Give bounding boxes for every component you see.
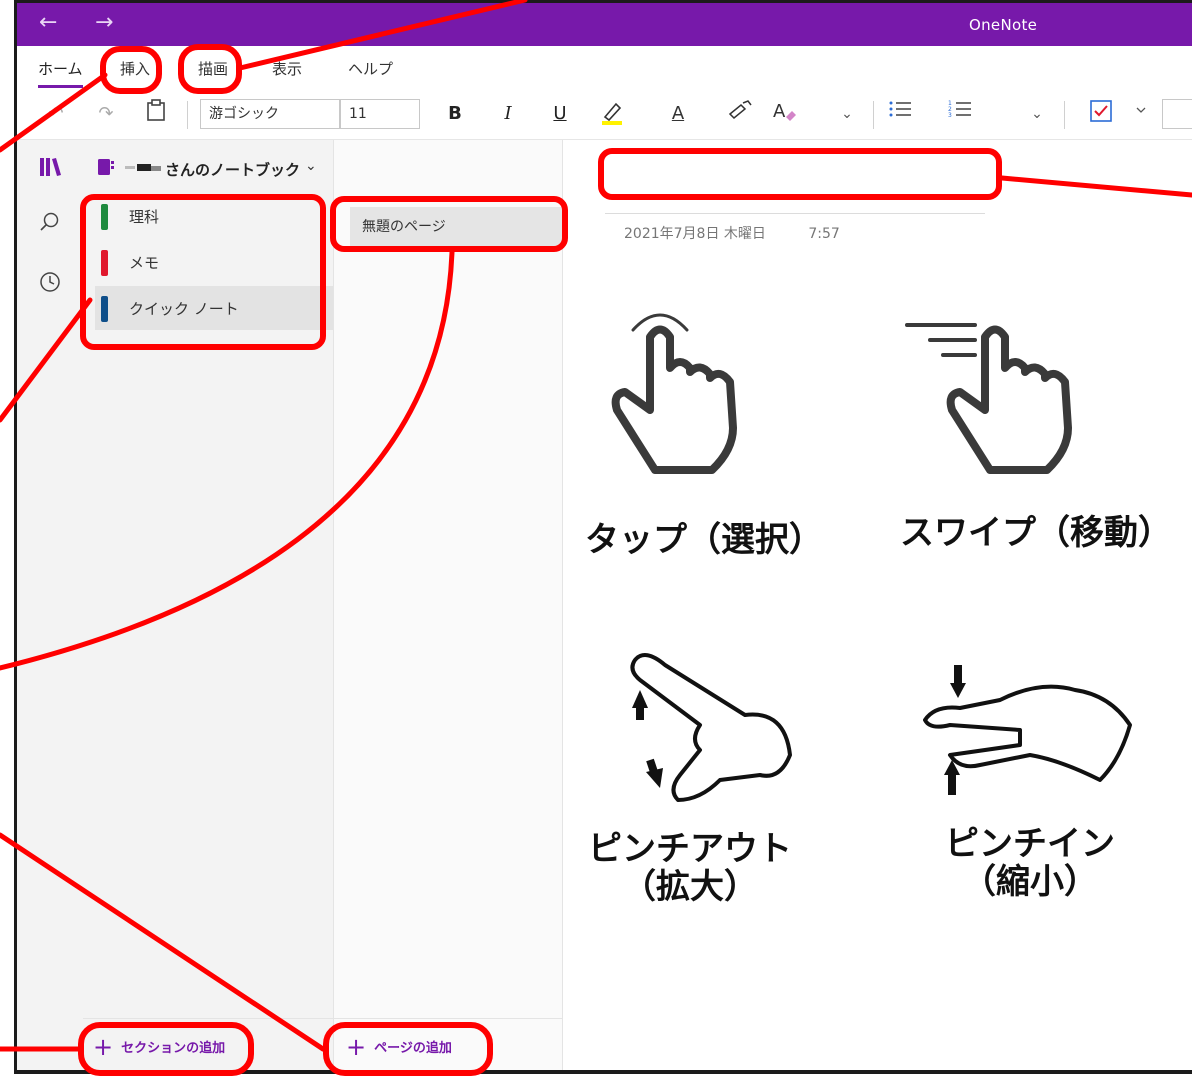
annotation-add-page (323, 1022, 493, 1076)
font-color-button[interactable]: A (663, 99, 693, 129)
svg-text:3: 3 (948, 112, 952, 119)
tab-view[interactable]: 表示 (272, 58, 302, 79)
page-time-text: 7:57 (808, 226, 840, 242)
tab-home[interactable]: ホーム (38, 58, 83, 88)
toolbar-separator (873, 101, 874, 129)
back-arrow-icon[interactable]: ← (39, 9, 57, 37)
redacted-owner-name (125, 160, 165, 179)
app-title: OneNote (969, 16, 1038, 34)
notebook-icon (97, 158, 115, 180)
navigation-rail (17, 140, 83, 1070)
pinch-in-label-line1: ピンチイン (945, 824, 1115, 864)
pinch-out-label-line1: ピンチアウト (588, 829, 792, 869)
toolbar-separator (1064, 101, 1065, 129)
italic-button[interactable]: I (495, 99, 521, 129)
recent-clock-icon[interactable] (17, 271, 83, 297)
notebook-name: さんのノートブック (165, 161, 301, 179)
underline-button[interactable]: U (547, 99, 573, 129)
pinch-out-label-line2: （拡大） (622, 867, 758, 907)
annotation-sections (80, 194, 326, 350)
todo-tag-button[interactable] (1077, 99, 1167, 129)
page-date: 2021年7月8日 木曜日 7:57 (624, 223, 840, 243)
toolbar-separator (187, 101, 188, 129)
swipe-label: スワイプ（移動） (900, 513, 1172, 553)
annotation-page-item (330, 196, 568, 252)
forward-arrow-icon[interactable]: → (95, 9, 113, 37)
clipboard-icon[interactable] (141, 99, 171, 129)
annotation-insert-tab (100, 46, 162, 94)
redo-icon[interactable]: ↷ (91, 99, 121, 129)
page-canvas[interactable]: 2021年7月8日 木曜日 7:57 (563, 140, 1192, 1070)
list-options-chevron-icon[interactable]: ⌄ (1025, 99, 1049, 129)
clear-formatting-icon[interactable]: A (770, 99, 800, 129)
annotation-add-section (78, 1022, 254, 1076)
font-name-field[interactable]: 游ゴシック (200, 99, 340, 129)
format-painter-icon[interactable] (725, 99, 755, 129)
pinch-in-label: ピンチイン （縮小） (915, 825, 1145, 901)
pinch-in-label-line2: （縮小） (962, 862, 1098, 902)
font-color-letter: A (671, 103, 685, 124)
style-box[interactable] (1162, 99, 1192, 129)
svg-text:A: A (773, 101, 786, 122)
annotation-draw-tab (178, 44, 242, 94)
highlighter-icon[interactable] (597, 99, 627, 129)
page-date-text: 2021年7月8日 木曜日 (624, 226, 766, 242)
pages-pane: 無題のページ (333, 140, 563, 1070)
notebooks-icon[interactable] (17, 156, 83, 182)
numbered-list-icon[interactable]: 123 (945, 99, 975, 129)
notebook-dropdown-chevron-icon[interactable]: ⌄ (305, 158, 317, 174)
bullet-list-icon[interactable] (885, 99, 915, 129)
search-icon[interactable] (17, 211, 83, 237)
tab-help[interactable]: ヘルプ (348, 58, 393, 79)
font-size-field[interactable]: 11 (340, 99, 420, 129)
annotation-page-title (598, 148, 1002, 200)
title-bar: ← → OneNote (17, 3, 1192, 46)
bottom-divider (83, 1018, 563, 1019)
more-chevron-icon[interactable]: ⌄ (835, 99, 859, 129)
tap-label: タップ（選択） (585, 520, 823, 560)
title-underline (605, 213, 985, 214)
pinch-out-label: ピンチアウト （拡大） (575, 830, 805, 906)
undo-icon[interactable]: ↶ (41, 99, 71, 129)
home-toolbar: ↶ ↷ 游ゴシック 11 B I U A A ⌄ 123 ⌄ (17, 91, 1192, 140)
bold-button[interactable]: B (442, 99, 468, 129)
